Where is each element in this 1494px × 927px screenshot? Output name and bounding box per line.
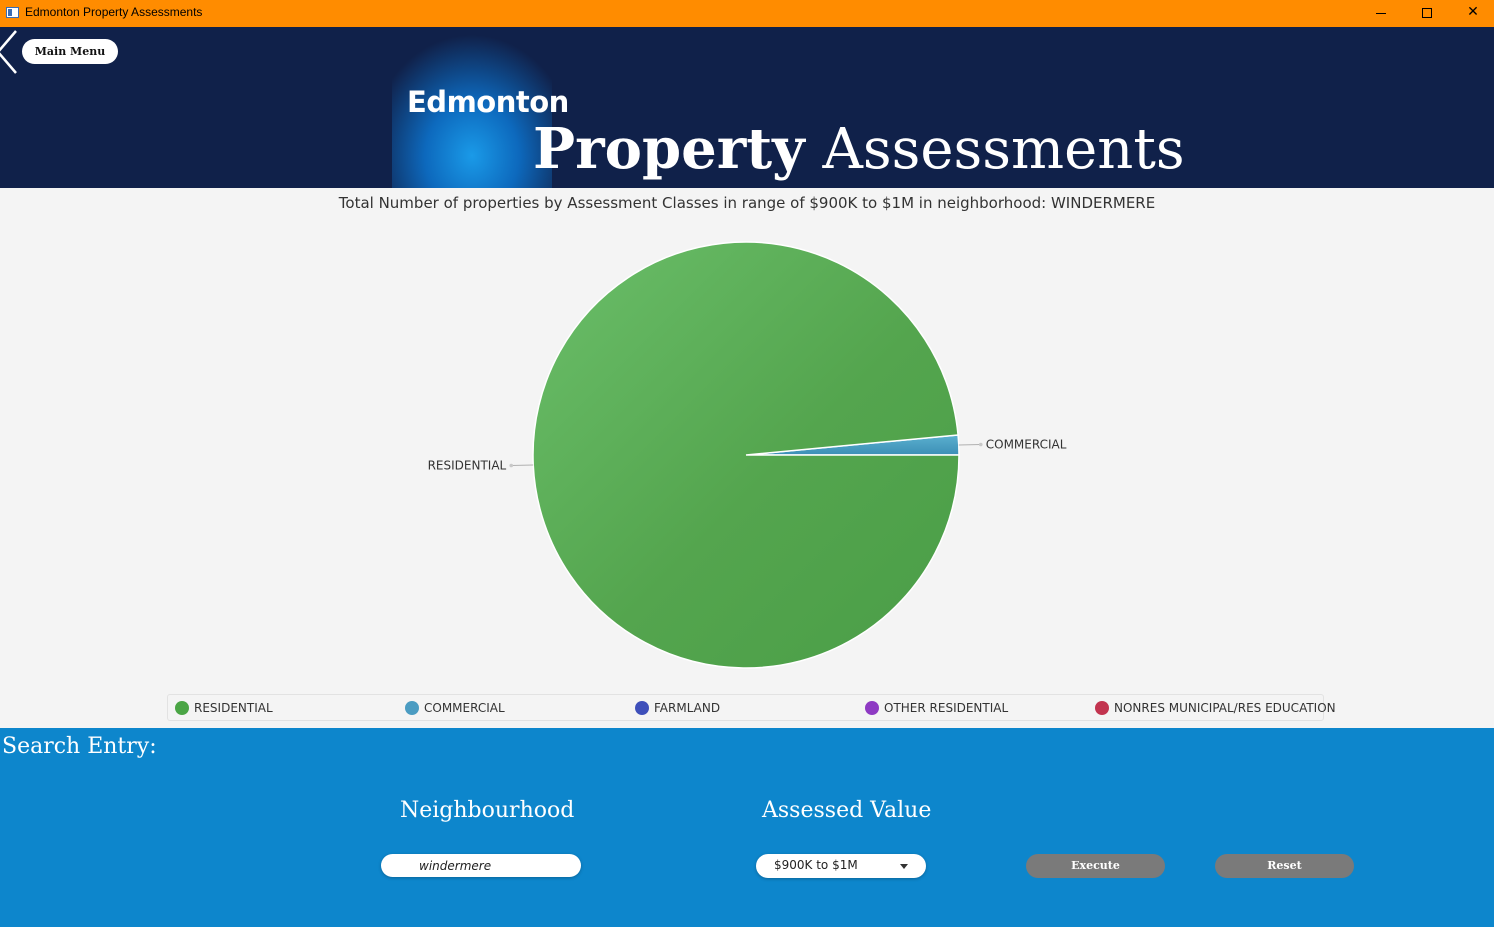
assessed-value-selected: $900K to $1M [774, 858, 858, 872]
pie-label-residential: RESIDENTIAL [428, 459, 507, 473]
app-icon [6, 7, 19, 18]
assessed-value-label: Assessed Value [762, 798, 932, 823]
close-icon: ✕ [1467, 4, 1479, 20]
neighbourhood-label: Neighbourhood [400, 798, 575, 823]
legend-label: FARMLAND [654, 701, 721, 715]
minimize-icon [1376, 13, 1386, 14]
window-title-bar: Edmonton Property Assessments ✕ [0, 0, 1494, 27]
pie-chart: COMMERCIAL RESIDENTIAL [428, 241, 1067, 669]
legend-label: OTHER RESIDENTIAL [884, 701, 1009, 715]
app-header: Main Menu Edmonton Property Assessments [0, 27, 1494, 188]
back-arrow-icon[interactable] [0, 29, 24, 75]
pie-label-dot-residential [509, 463, 514, 468]
chevron-down-icon [900, 864, 908, 869]
neighbourhood-input[interactable] [381, 854, 581, 877]
legend-label: NONRES MUNICIPAL/RES EDUCATION [1114, 701, 1336, 715]
legend-dot-commercial [405, 701, 419, 715]
page-title-bold: Property [533, 116, 805, 182]
pie-slice-residential [532, 241, 960, 669]
close-button[interactable]: ✕ [1450, 0, 1494, 27]
reset-button[interactable]: Reset [1215, 854, 1354, 878]
legend-item-commercial: COMMERCIAL [405, 701, 505, 715]
pie-label-dot-commercial [978, 442, 983, 447]
pie-label-commercial: COMMERCIAL [986, 437, 1067, 451]
window-title: Edmonton Property Assessments [25, 5, 203, 19]
legend-dot-farmland [635, 701, 649, 715]
assessed-value-select[interactable]: $900K to $1M [756, 854, 926, 878]
minimize-button[interactable] [1358, 0, 1404, 27]
legend-dot-residential [175, 701, 189, 715]
search-panel: Search Entry: Neighbourhood Assessed Val… [0, 728, 1494, 927]
legend-dot-other-residential [865, 701, 879, 715]
legend-label: COMMERCIAL [424, 701, 505, 715]
legend-item-farmland: FARMLAND [635, 701, 720, 715]
execute-button[interactable]: Execute [1026, 854, 1165, 878]
legend-label: RESIDENTIAL [194, 701, 273, 715]
legend-item-residential: RESIDENTIAL [175, 701, 273, 715]
main-menu-button[interactable]: Main Menu [22, 39, 118, 64]
legend-item-nonres-municipal: NONRES MUNICIPAL/RES EDUCATION [1095, 701, 1336, 715]
chart-legend: RESIDENTIAL COMMERCIAL FARMLAND OTHER RE… [167, 694, 1336, 721]
legend-dot-nonres-municipal [1095, 701, 1109, 715]
legend-item-other-residential: OTHER RESIDENTIAL [865, 701, 1008, 715]
page-title-regular: Assessments [822, 117, 1185, 182]
maximize-button[interactable] [1404, 0, 1450, 27]
page-title: Property Assessments [533, 111, 1185, 188]
search-heading: Search Entry: [2, 734, 157, 759]
maximize-icon [1422, 8, 1432, 18]
